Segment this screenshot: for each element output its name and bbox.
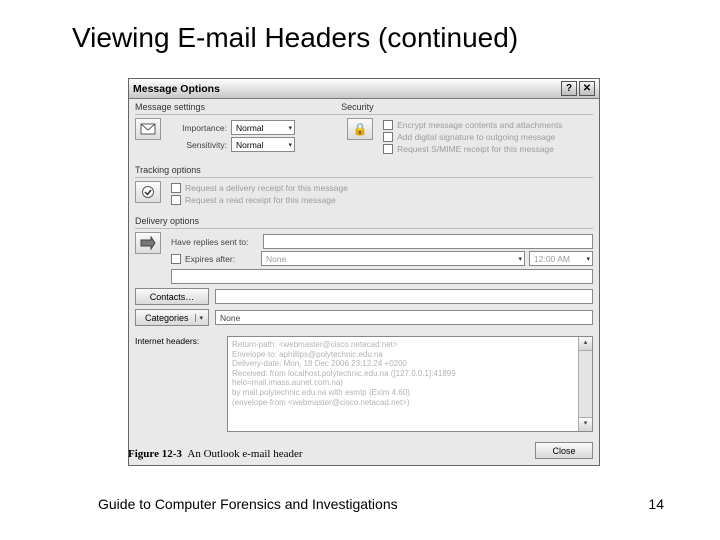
delivery-receipt-checkbox[interactable] [171, 183, 181, 193]
contacts-field[interactable] [215, 289, 593, 304]
window-close-button[interactable]: ✕ [579, 81, 595, 96]
expires-time-select[interactable]: 12:00 AM ▾ [529, 251, 593, 266]
message-options-dialog: Message Options ? ✕ Message settings Sec… [128, 78, 600, 466]
page-number: 14 [648, 496, 664, 512]
sign-checkbox[interactable] [383, 132, 393, 142]
section-message-settings: Message settings [135, 102, 341, 114]
titlebar: Message Options ? ✕ [129, 79, 599, 99]
scroll-down-button[interactable]: ▾ [579, 417, 592, 431]
sensitivity-select[interactable]: Normal ▾ [231, 137, 295, 152]
internet-headers-label: Internet headers: [135, 336, 221, 432]
chevron-down-icon: ▾ [586, 255, 590, 263]
expires-checkbox[interactable] [171, 254, 181, 264]
chevron-down-icon: ▾ [200, 314, 204, 322]
section-security: Security [341, 102, 593, 114]
chevron-down-icon: ▾ [518, 255, 522, 263]
contacts-button[interactable]: Contacts… [135, 288, 209, 305]
expires-date-select[interactable]: None ▾ [261, 251, 525, 266]
slide-title: Viewing E-mail Headers (continued) [72, 22, 518, 54]
dialog-title: Message Options [133, 83, 220, 95]
section-tracking: Tracking options [135, 165, 593, 177]
scroll-up-button[interactable]: ▴ [579, 337, 592, 351]
replies-label: Have replies sent to: [171, 237, 259, 247]
internet-headers-textarea[interactable]: Return-path: <webmaster@cisco.netacad.ne… [227, 336, 593, 432]
figure-caption: Figure 12-3 An Outlook e-mail header [128, 448, 303, 460]
read-receipt-checkbox[interactable] [171, 195, 181, 205]
replies-field[interactable] [263, 234, 593, 249]
smime-checkbox[interactable] [383, 144, 393, 154]
close-button[interactable]: Close [535, 442, 593, 459]
envelope-icon [135, 118, 161, 140]
checkmark-icon [135, 181, 161, 203]
expires-label: Expires after: [185, 254, 257, 264]
section-delivery: Delivery options [135, 216, 593, 228]
chevron-down-icon: ▾ [288, 124, 292, 132]
lock-icon [347, 118, 373, 140]
help-button[interactable]: ? [561, 81, 577, 96]
delivery-text-field-1[interactable] [171, 269, 593, 284]
importance-select[interactable]: Normal ▾ [231, 120, 295, 135]
categories-button[interactable]: Categories ▾ [135, 309, 209, 326]
encrypt-checkbox[interactable] [383, 120, 393, 130]
chevron-down-icon: ▾ [288, 141, 292, 149]
scrollbar[interactable]: ▴ ▾ [578, 337, 592, 431]
footer-text: Guide to Computer Forensics and Investig… [98, 496, 398, 512]
sensitivity-label: Sensitivity: [171, 140, 227, 150]
arrow-icon [135, 232, 161, 254]
categories-field[interactable]: None [215, 310, 593, 325]
importance-label: Importance: [171, 123, 227, 133]
